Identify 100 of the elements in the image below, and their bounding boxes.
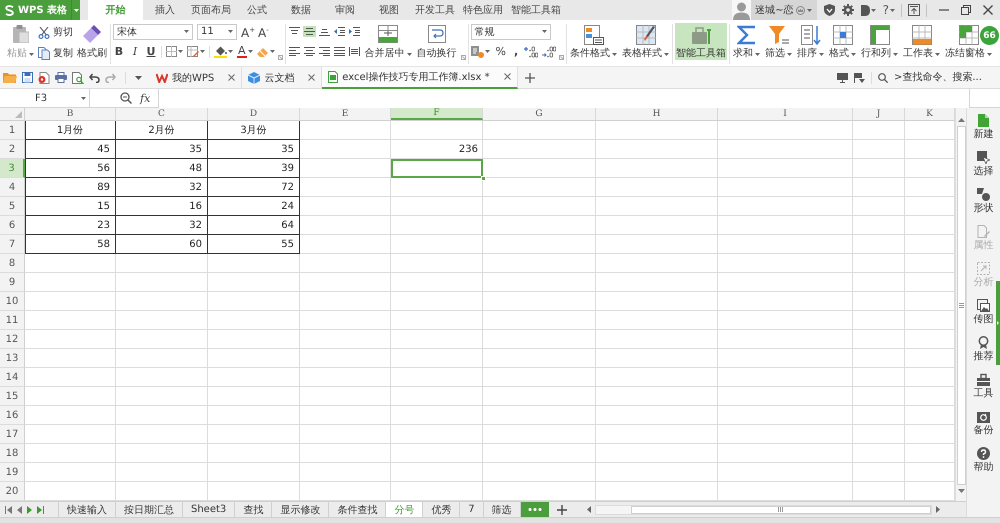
task-pane-button[interactable]: 工具 bbox=[974, 373, 994, 400]
document-export-icon[interactable] bbox=[38, 72, 50, 84]
close-icon[interactable] bbox=[228, 74, 236, 81]
account-button[interactable]: 迷城~恋 bbox=[751, 0, 817, 20]
cell-style-icon[interactable] bbox=[187, 46, 199, 57]
row-header[interactable]: 1 bbox=[0, 121, 25, 140]
task-pane-button[interactable]: 传图 bbox=[974, 299, 994, 326]
decrease-decimal-icon[interactable] bbox=[542, 46, 556, 58]
table-cell[interactable]: 60 bbox=[116, 235, 208, 254]
sort-button[interactable]: 排序 bbox=[796, 23, 826, 60]
font-color-button[interactable]: A bbox=[237, 45, 247, 58]
row-header[interactable]: 18 bbox=[0, 444, 25, 463]
task-pane-button[interactable]: 备份 bbox=[974, 410, 994, 437]
panel-toggle-icon[interactable] bbox=[996, 281, 1000, 365]
previous-sheet-icon[interactable] bbox=[17, 506, 22, 514]
table-cell[interactable]: 35 bbox=[208, 140, 300, 159]
font-size-select[interactable]: 11 bbox=[197, 24, 237, 40]
justify-icon[interactable] bbox=[332, 46, 346, 57]
format-button[interactable]: 格式 bbox=[828, 23, 858, 60]
row-header[interactable]: 5 bbox=[0, 197, 25, 216]
decrease-indent-icon[interactable] bbox=[332, 26, 346, 37]
align-bottom-icon[interactable] bbox=[318, 26, 331, 37]
currency-icon[interactable] bbox=[470, 46, 484, 58]
task-pane-button[interactable]: 选择 bbox=[974, 151, 994, 178]
row-header[interactable]: 17 bbox=[0, 425, 25, 444]
table-cell[interactable]: 32 bbox=[116, 178, 208, 197]
row-header[interactable]: 16 bbox=[0, 406, 25, 425]
fill-handle[interactable] bbox=[481, 176, 486, 181]
last-sheet-icon[interactable] bbox=[37, 506, 44, 514]
row-header[interactable]: 9 bbox=[0, 273, 25, 292]
caret-icon[interactable] bbox=[248, 50, 253, 53]
column-header[interactable]: C bbox=[116, 108, 208, 120]
plus-icon[interactable] bbox=[524, 72, 535, 82]
insert-function-button[interactable]: fx bbox=[140, 92, 150, 104]
cut-button[interactable]: 剪切 bbox=[38, 27, 73, 39]
zoom-icon[interactable] bbox=[120, 92, 132, 104]
help-button[interactable]: ? bbox=[882, 3, 895, 17]
undo-icon[interactable] bbox=[89, 72, 100, 82]
task-pane-button[interactable]: 推荐 bbox=[974, 336, 994, 363]
formula-field[interactable] bbox=[158, 88, 970, 108]
align-left-icon[interactable] bbox=[288, 46, 301, 57]
distributed-icon[interactable] bbox=[348, 46, 361, 57]
table-cell[interactable]: 3月份 bbox=[208, 121, 300, 140]
table-cell[interactable]: 1月份 bbox=[25, 121, 116, 140]
minimize-icon[interactable] bbox=[939, 9, 949, 11]
filter-button[interactable]: 筛选 bbox=[764, 23, 794, 60]
avatar-icon[interactable] bbox=[732, 0, 752, 20]
align-middle-icon[interactable] bbox=[302, 26, 316, 37]
table-cell[interactable]: 58 bbox=[25, 235, 116, 254]
caret-icon[interactable] bbox=[484, 50, 490, 53]
table-cell[interactable]: 64 bbox=[208, 216, 300, 235]
table-cell[interactable]: 15 bbox=[25, 197, 116, 216]
border-icon[interactable] bbox=[166, 46, 177, 57]
row-header[interactable]: 12 bbox=[0, 330, 25, 349]
row-header[interactable]: 4 bbox=[0, 178, 25, 197]
task-pane-button[interactable]: 新建 bbox=[974, 114, 994, 141]
close-icon[interactable] bbox=[983, 5, 993, 15]
table-cell[interactable]: 39 bbox=[208, 159, 300, 178]
table-cell[interactable]: 72 bbox=[208, 178, 300, 197]
conditional-format-button[interactable]: 条件格式 bbox=[569, 23, 618, 60]
table-cell[interactable]: 89 bbox=[25, 178, 116, 197]
copy-button[interactable]: 复制 bbox=[38, 47, 73, 60]
bold-button[interactable]: B bbox=[113, 44, 125, 58]
row-header[interactable]: 15 bbox=[0, 387, 25, 406]
ribbon-tab[interactable]: 审阅 bbox=[323, 0, 367, 20]
table-style-button[interactable]: 表格样式 bbox=[621, 23, 670, 60]
ribbon-tab[interactable]: 公式 bbox=[235, 0, 279, 20]
number-format-select[interactable]: 常规 bbox=[470, 24, 551, 40]
search-field[interactable]: >查找命令、搜索... bbox=[894, 70, 998, 86]
box-arrow-icon[interactable] bbox=[908, 4, 920, 16]
caret-icon[interactable] bbox=[200, 50, 205, 53]
close-icon[interactable] bbox=[308, 74, 316, 81]
scrollbar-thumb[interactable] bbox=[630, 506, 931, 514]
table-cell[interactable]: 45 bbox=[25, 140, 116, 159]
table-cell[interactable]: 56 bbox=[25, 159, 116, 178]
ribbon-tab[interactable]: 数据 bbox=[279, 0, 323, 20]
ribbon-tab[interactable]: 视图 bbox=[367, 0, 411, 20]
scroll-left-icon[interactable] bbox=[586, 506, 591, 513]
row-header[interactable]: 10 bbox=[0, 292, 25, 311]
first-sheet-icon[interactable] bbox=[5, 506, 12, 514]
ribbon-tab[interactable]: 开发工具 bbox=[411, 0, 459, 20]
print-preview-icon[interactable] bbox=[72, 72, 84, 84]
scroll-up-icon[interactable] bbox=[958, 118, 964, 122]
shrink-font-button[interactable]: A$^{-}$ bbox=[258, 23, 271, 40]
caret-icon[interactable] bbox=[870, 8, 876, 12]
restore-icon[interactable] bbox=[961, 5, 971, 15]
print-icon[interactable] bbox=[55, 72, 67, 83]
task-pane-button[interactable]: 帮助 bbox=[974, 447, 994, 474]
search-icon[interactable] bbox=[878, 72, 888, 82]
plus-icon[interactable] bbox=[556, 504, 567, 514]
toolbox-button[interactable]: 智能工具箱 bbox=[675, 23, 728, 60]
align-center-icon[interactable] bbox=[302, 46, 316, 57]
table-cell[interactable]: 24 bbox=[208, 197, 300, 216]
table-cell[interactable]: 35 bbox=[116, 140, 208, 159]
table-cell[interactable]: 48 bbox=[116, 159, 208, 178]
fill-bucket-icon[interactable] bbox=[214, 46, 227, 58]
increase-indent-icon[interactable] bbox=[348, 26, 361, 37]
row-header[interactable]: 6 bbox=[0, 216, 25, 235]
ribbon-tab[interactable]: 页面布局 bbox=[187, 0, 235, 20]
row-header[interactable]: 14 bbox=[0, 368, 25, 387]
